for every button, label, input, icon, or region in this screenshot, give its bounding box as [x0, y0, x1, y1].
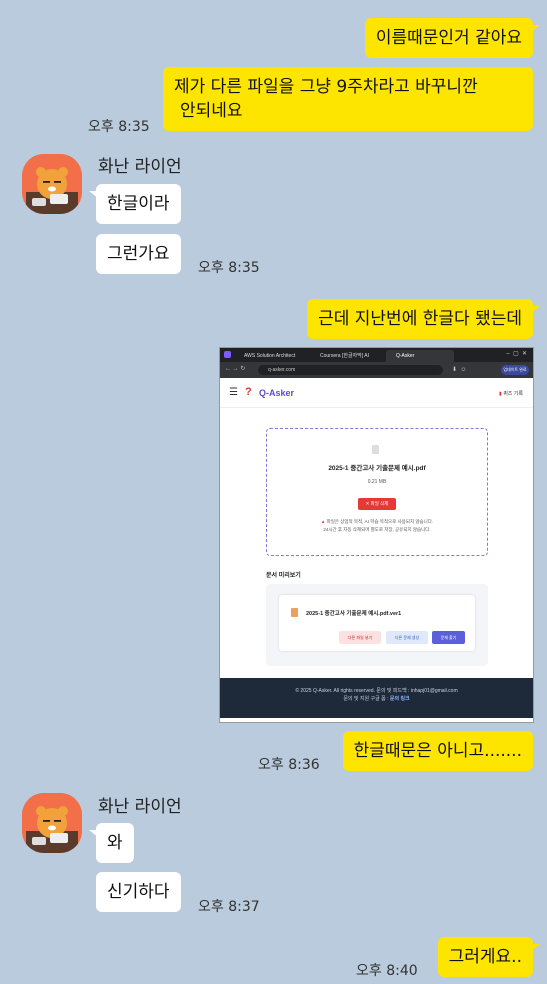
profile-badge: 업데이트 완료 [501, 365, 529, 375]
delete-file-button: ✕ 파일 삭제 [358, 498, 396, 510]
other-message-bubble[interactable]: 신기하다 [96, 872, 181, 912]
message-text: 근데 지난번에 한글다 됐는데 [318, 309, 522, 329]
message-text: 이름때문인거 같아요 [375, 28, 522, 48]
message-text: 그러게요.. [448, 947, 522, 967]
file-icon [372, 445, 379, 454]
preview-panel: 2025-1 중간고사 기출문제 예시.pdf.ver1 다른 파일 넣기 다른… [266, 584, 488, 666]
message-text: 신기하다 [107, 882, 170, 902]
footer-link: 문의 링크 [389, 696, 410, 702]
message-time: 오후 8:37 [198, 899, 260, 915]
message-text: 제가 다른 파일을 그냥 9주차라고 바꾸니깐 [174, 77, 478, 97]
other-message-bubble[interactable]: 와 [89, 823, 134, 863]
my-message-bubble[interactable]: 제가 다른 파일을 그냥 9주차라고 바꾸니깐 안되네요 [163, 67, 533, 131]
question-logo-icon: ? [245, 386, 252, 398]
avatar[interactable] [22, 154, 82, 214]
browser-address-bar: ← → ↻ q-asker.com ⬇ ☺ 업데이트 완료 [220, 362, 533, 378]
warning-icon: ▲ [320, 519, 326, 524]
nav-arrows-icon: ← → ↻ [225, 366, 246, 372]
preview-card: 2025-1 중간고사 기출문제 예시.pdf.ver1 다른 파일 넣기 다른… [279, 595, 475, 651]
browser-tab: AWS Solution Architect [244, 353, 296, 359]
app-footer: © 2025 Q-Asker. All rights reserved. 문의 … [220, 678, 533, 718]
my-message-bubble[interactable]: 근데 지난번에 한글다 됐는데 [307, 299, 540, 339]
footer-support: 문의 및 지원 구글 폼 : 문의 링크 [220, 695, 533, 703]
preview-file-name: 2025-1 중간고사 기출문제 예시.pdf.ver1 [306, 611, 402, 617]
message-time: 오후 8:40 [356, 963, 418, 979]
window-controls-icon: – ▢ ✕ [506, 351, 527, 357]
quiz-record-link: ▮ 퀴즈 기록 [499, 390, 523, 397]
message-text: 그런가요 [107, 244, 170, 264]
message-text: 안되네요 [180, 101, 243, 121]
shared-screenshot-image[interactable]: AWS Solution Architect Coursera [한글자막] A… [219, 347, 534, 723]
avatar[interactable] [22, 793, 82, 853]
file-name: 2025-1 중간고사 기출문제 예시.pdf [328, 465, 426, 472]
preview-title: 문서 미리보기 [266, 573, 301, 579]
other-file-button: 다른 파일 넣기 [339, 631, 381, 644]
document-icon [291, 608, 298, 617]
browser-tab-bar: AWS Solution Architect Coursera [한글자막] A… [220, 348, 533, 362]
solve-button: 문제 풀기 [432, 631, 465, 644]
other-message-bubble[interactable]: 한글이라 [89, 184, 181, 224]
app-header: ☰ ? Q-Asker ▮ 퀴즈 기록 [220, 378, 533, 408]
my-message-bubble[interactable]: 한글때문은 아니고....... [342, 731, 533, 771]
hamburger-menu-icon: ☰ [229, 387, 238, 398]
sender-name: 화난 라이언 [98, 797, 182, 817]
message-time: 오후 8:35 [88, 119, 150, 135]
upload-dropzone: 2025-1 중간고사 기출문제 예시.pdf 0.21 MB ✕ 파일 삭제 … [266, 428, 488, 556]
browser-toolbar-icons: ⬇ ☺ [452, 367, 467, 373]
privacy-notice: ▲ 파일은 상업적 목적, AI 학습 목적으로 사용되지 않습니다. 24시간… [267, 518, 487, 534]
message-text: 와 [107, 833, 123, 853]
browser-tab: Coursera [한글자막] AI [320, 353, 369, 359]
browser-menu-icon [224, 351, 231, 358]
browser-tab-active: Q-Asker [386, 350, 454, 362]
other-message-bubble[interactable]: 그런가요 [96, 234, 181, 274]
message-text: 한글때문은 아니고....... [353, 741, 522, 761]
my-message-bubble[interactable]: 이름때문인거 같아요 [364, 18, 541, 58]
footer-support-label: 문의 및 지원 구글 폼 : [343, 696, 390, 702]
my-message-bubble[interactable]: 그러게요.. [437, 937, 541, 977]
message-text: 한글이라 [107, 194, 170, 214]
notice-text: 24시간 후 자동 삭제되며 별도로 저장, 공유되지 않습니다. [323, 527, 431, 532]
message-time: 오후 8:35 [198, 260, 260, 276]
message-time: 오후 8:36 [258, 757, 320, 773]
book-icon: ▮ [499, 391, 502, 397]
app-name: Q-Asker [259, 388, 295, 398]
ryan-avatar-icon [22, 154, 82, 214]
ryan-avatar-icon [22, 793, 82, 853]
sender-name: 화난 라이언 [98, 157, 182, 177]
notice-text: 파일은 상업적 목적, AI 학습 목적으로 사용되지 않습니다. [326, 519, 434, 524]
footer-copyright: © 2025 Q-Asker. All rights reserved. 문의 … [295, 688, 458, 694]
file-size: 0.21 MB [367, 479, 387, 485]
url-field: q-asker.com [258, 365, 443, 375]
other-generate-button: 다른 문제 생성 [386, 631, 428, 644]
quiz-record-label: 퀴즈 기록 [503, 391, 523, 397]
